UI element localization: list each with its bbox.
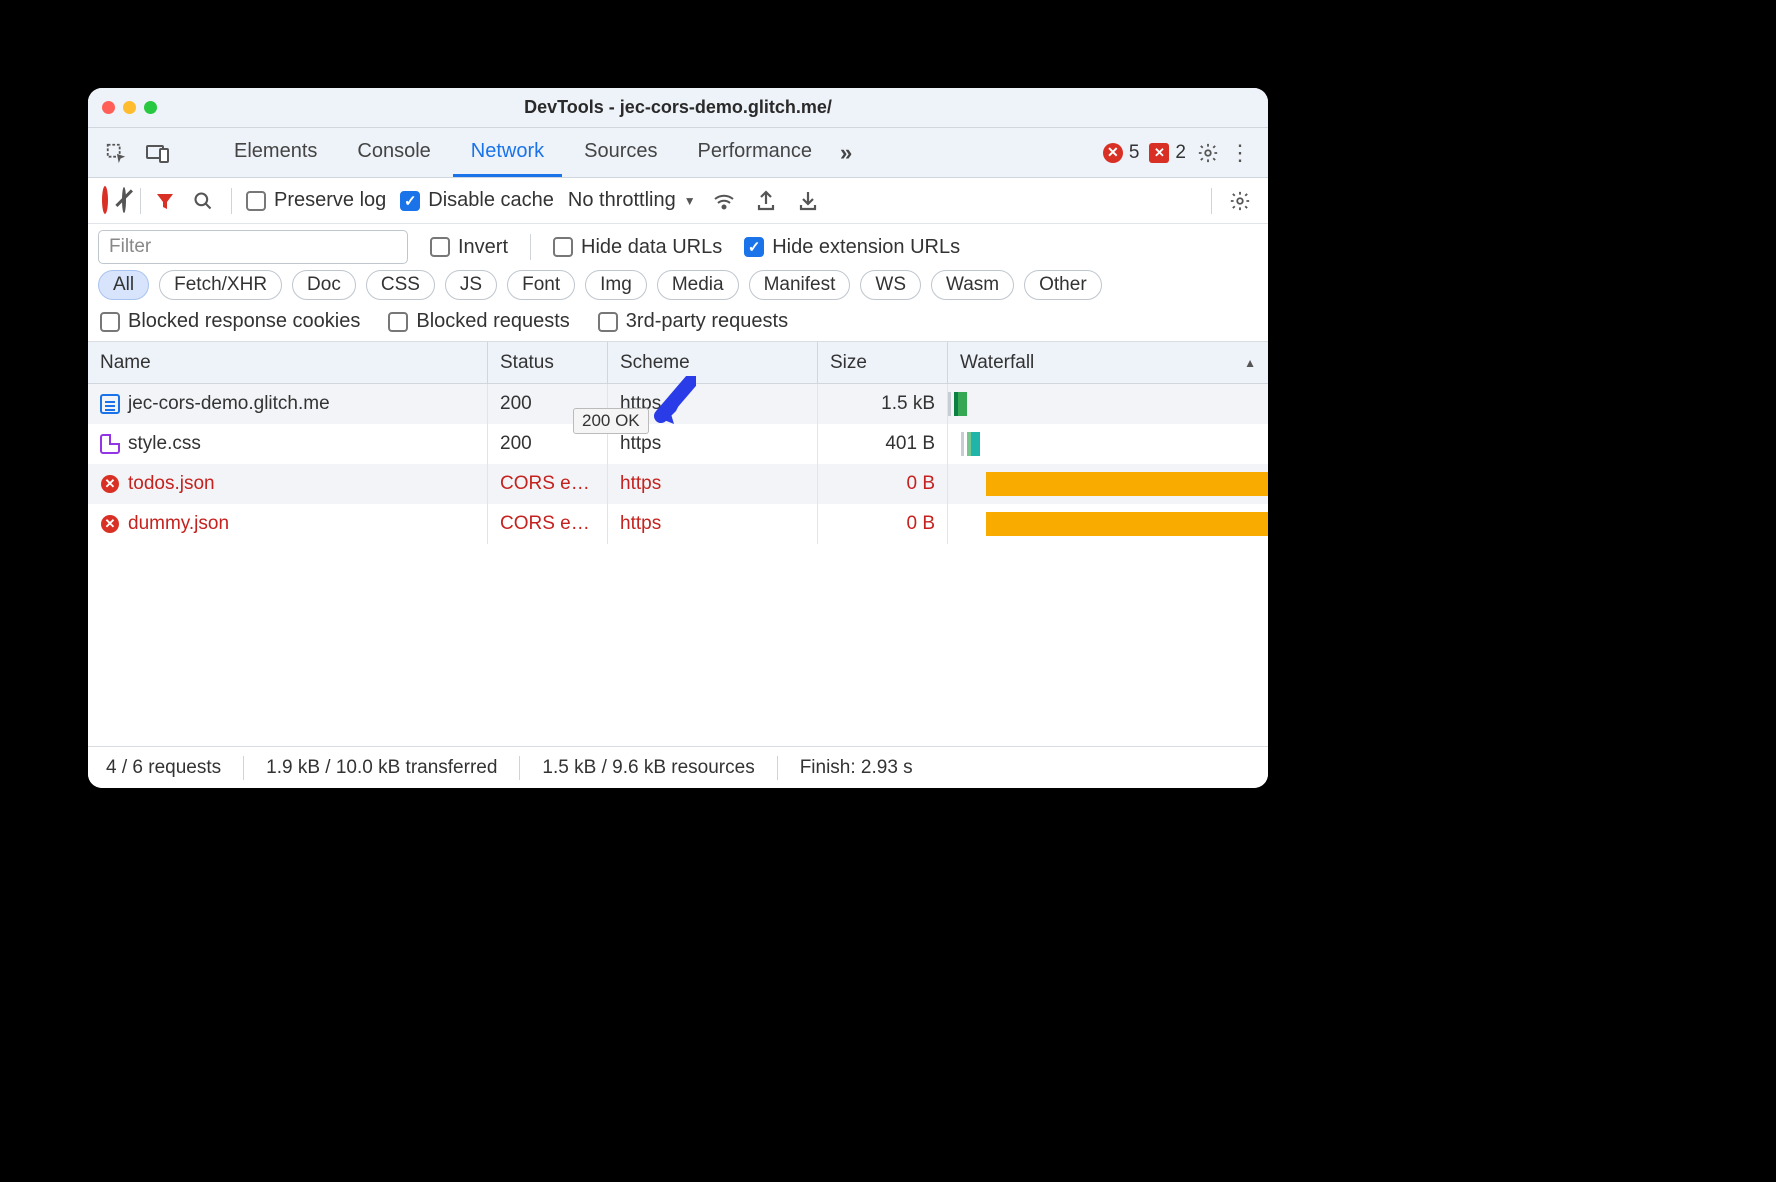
cell-name: jec-cors-demo.glitch.me <box>88 384 488 424</box>
extra-filter-row: Blocked response cookies Blocked request… <box>88 306 1268 342</box>
maximize-window-button[interactable] <box>144 101 157 114</box>
tab-network[interactable]: Network <box>453 128 562 177</box>
col-size[interactable]: Size <box>818 342 948 383</box>
chip-other[interactable]: Other <box>1024 270 1102 300</box>
close-window-button[interactable] <box>102 101 115 114</box>
waterfall-bar <box>954 392 967 416</box>
table-row[interactable]: ✕dummy.jsonCORS e…https0 B <box>88 504 1268 544</box>
chip-js[interactable]: JS <box>445 270 497 300</box>
status-resources: 1.5 kB / 9.6 kB resources <box>542 757 754 779</box>
cell-name: style.css <box>88 424 488 464</box>
tab-console[interactable]: Console <box>339 128 448 177</box>
throttling-dropdown[interactable]: No throttling▼ <box>568 189 696 212</box>
settings-icon[interactable] <box>1194 139 1222 167</box>
chip-all[interactable]: All <box>98 270 149 300</box>
hide-data-urls-checkbox[interactable]: Hide data URLs <box>553 236 722 259</box>
cell-waterfall <box>948 504 1268 544</box>
cell-waterfall <box>948 464 1268 504</box>
tab-performance[interactable]: Performance <box>680 128 831 177</box>
extension-error-icon: ✕ <box>1149 143 1169 163</box>
hide-extension-urls-checkbox[interactable]: Hide extension URLs <box>744 236 960 259</box>
panel-tabs: Elements Console Network Sources Perform… <box>88 128 1268 178</box>
network-table: Name Status Scheme Size Waterfall ▲ jec-… <box>88 342 1268 746</box>
cell-scheme: https <box>608 464 818 504</box>
table-body: jec-cors-demo.glitch.me200https1.5 kBsty… <box>88 384 1268 746</box>
window-title: DevTools - jec-cors-demo.glitch.me/ <box>88 97 1268 118</box>
cell-status: CORS e… <box>488 504 608 544</box>
blocked-cookies-checkbox[interactable]: Blocked response cookies <box>100 310 360 333</box>
status-finish: Finish: 2.93 s <box>800 757 913 779</box>
filter-row: Invert Hide data URLs Hide extension URL… <box>88 224 1268 266</box>
error-icon: ✕ <box>100 474 120 494</box>
error-count-badge[interactable]: ✕ 5 <box>1103 142 1140 164</box>
stylesheet-icon <box>100 434 120 454</box>
chip-css[interactable]: CSS <box>366 270 435 300</box>
third-party-checkbox[interactable]: 3rd-party requests <box>598 310 788 333</box>
status-bar: 4 / 6 requests 1.9 kB / 10.0 kB transfer… <box>88 746 1268 788</box>
chip-manifest[interactable]: Manifest <box>749 270 851 300</box>
network-settings-icon[interactable] <box>1226 187 1254 215</box>
clear-button[interactable] <box>122 189 126 212</box>
window-controls <box>102 101 157 114</box>
more-tabs-button[interactable]: » <box>834 140 858 166</box>
chip-wasm[interactable]: Wasm <box>931 270 1014 300</box>
record-button[interactable] <box>102 189 108 212</box>
chip-img[interactable]: Img <box>585 270 647 300</box>
table-row[interactable]: style.css200https401 B <box>88 424 1268 464</box>
chip-ws[interactable]: WS <box>860 270 921 300</box>
cell-waterfall <box>948 424 1268 464</box>
extension-error-badge[interactable]: ✕ 2 <box>1149 142 1186 164</box>
cell-size: 0 B <box>818 464 948 504</box>
error-icon: ✕ <box>100 514 120 534</box>
document-icon <box>100 394 120 414</box>
status-tooltip: 200 OK <box>573 408 649 434</box>
titlebar: DevTools - jec-cors-demo.glitch.me/ <box>88 88 1268 128</box>
kebab-menu-icon[interactable]: ⋮ <box>1226 139 1254 167</box>
search-icon[interactable] <box>189 187 217 215</box>
type-filter-chips: All Fetch/XHR Doc CSS JS Font Img Media … <box>88 266 1268 306</box>
cell-waterfall <box>948 384 1268 424</box>
col-waterfall[interactable]: Waterfall ▲ <box>948 342 1268 383</box>
devtools-window: DevTools - jec-cors-demo.glitch.me/ Elem… <box>88 88 1268 788</box>
cell-size: 0 B <box>818 504 948 544</box>
cell-size: 1.5 kB <box>818 384 948 424</box>
waterfall-bar <box>986 472 1268 496</box>
tab-sources[interactable]: Sources <box>566 128 675 177</box>
network-toolbar: Preserve log Disable cache No throttling… <box>88 178 1268 224</box>
import-har-icon[interactable] <box>794 187 822 215</box>
status-transferred: 1.9 kB / 10.0 kB transferred <box>266 757 497 779</box>
blocked-requests-checkbox[interactable]: Blocked requests <box>388 310 569 333</box>
sort-asc-icon: ▲ <box>1244 356 1256 370</box>
table-row[interactable]: ✕todos.jsonCORS e…https0 B <box>88 464 1268 504</box>
waterfall-bar <box>986 512 1268 536</box>
filter-input[interactable] <box>98 230 408 264</box>
device-toolbar-icon[interactable] <box>144 139 172 167</box>
col-scheme[interactable]: Scheme <box>608 342 818 383</box>
inspect-element-icon[interactable] <box>102 139 130 167</box>
error-icon: ✕ <box>1103 143 1123 163</box>
tab-elements[interactable]: Elements <box>216 128 335 177</box>
cell-scheme: https <box>608 504 818 544</box>
disable-cache-checkbox[interactable]: Disable cache <box>400 189 554 212</box>
chip-media[interactable]: Media <box>657 270 739 300</box>
cell-status: CORS e… <box>488 464 608 504</box>
cell-name: ✕todos.json <box>88 464 488 504</box>
chip-font[interactable]: Font <box>507 270 575 300</box>
waterfall-bar <box>967 432 980 456</box>
col-name[interactable]: Name <box>88 342 488 383</box>
cell-name: ✕dummy.json <box>88 504 488 544</box>
status-requests: 4 / 6 requests <box>106 757 221 779</box>
cell-size: 401 B <box>818 424 948 464</box>
col-status[interactable]: Status <box>488 342 608 383</box>
chip-doc[interactable]: Doc <box>292 270 356 300</box>
annotation-arrow-icon <box>646 376 696 426</box>
minimize-window-button[interactable] <box>123 101 136 114</box>
filter-icon[interactable] <box>155 191 175 211</box>
invert-checkbox[interactable]: Invert <box>430 236 508 259</box>
network-conditions-icon[interactable] <box>710 187 738 215</box>
preserve-log-checkbox[interactable]: Preserve log <box>246 189 386 212</box>
export-har-icon[interactable] <box>752 187 780 215</box>
chip-fetch-xhr[interactable]: Fetch/XHR <box>159 270 282 300</box>
